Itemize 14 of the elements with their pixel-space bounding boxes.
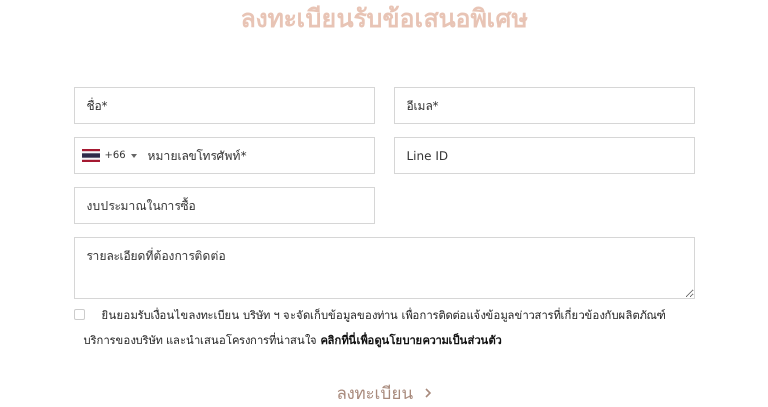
consent-text: ยินยอมรับเงื่อนไขลงทะเบียน บริษัท ฯ จะจัดเก็บข้อมูลของท่าน เพื่อการติดต่อแจ้งข้อมูลข่าวสารที่เกี่ยวข้องกับผลิตภัณฑ์ บริการของบริษัท และนำเสนอโครงการที่น่าสนใจ คลิกที่นี่เพื่อดูนโยบายความเป็นส่วนตัว: [84, 306, 667, 350]
input-field[interactable]: ชื่อ*: [74, 87, 374, 124]
chevron-right-icon: [424, 386, 432, 398]
input-field[interactable]: อีเมล*: [394, 87, 694, 124]
thailand-flag-icon: [82, 149, 100, 162]
privacy-link[interactable]: คลิกที่นี่เพื่อดูนโยบายความเป็นส่วนตัว: [320, 334, 502, 347]
consent-checkbox[interactable]: [74, 309, 84, 320]
input-field[interactable]: Line ID: [394, 137, 694, 174]
details-field[interactable]: รายละเอียดที่ต้องการติดต่อ: [74, 237, 694, 299]
form-title: ลงทะเบียนรับข้อเสนอพิเศษ: [240, 3, 528, 35]
dial-code[interactable]: +66: [104, 150, 126, 161]
input-field[interactable]: งบประมาณในการซื้อ: [74, 187, 374, 224]
caret-icon: [130, 154, 137, 158]
phone-field[interactable]: +66 หมายเลขโทรศัพท์*: [74, 137, 374, 174]
